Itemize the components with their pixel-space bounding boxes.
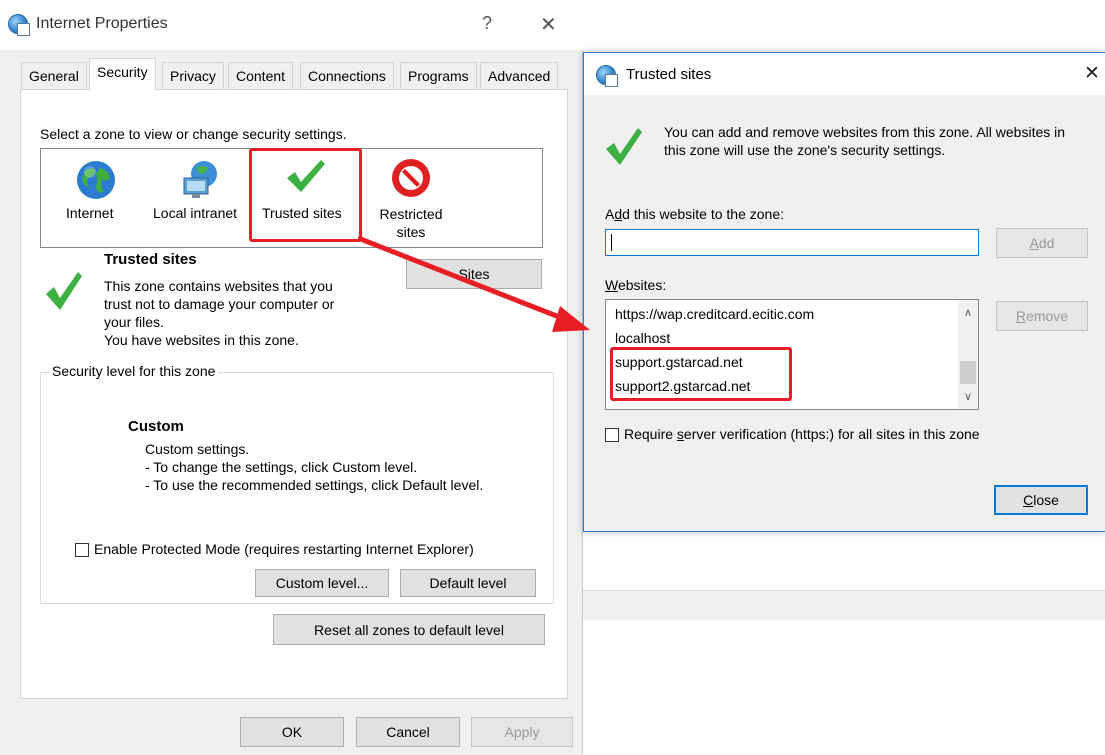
annotation-arrow (357, 235, 590, 332)
tab-security[interactable]: Security (89, 58, 156, 90)
arrow-line (357, 235, 573, 325)
arrow-head (552, 306, 590, 332)
